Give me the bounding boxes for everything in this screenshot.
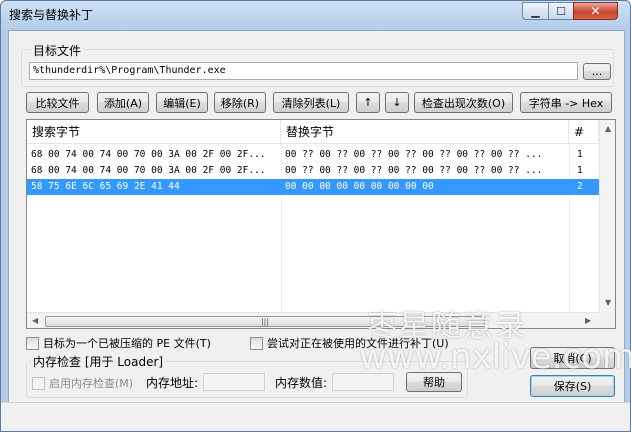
- scroll-right-icon[interactable]: ▶: [585, 316, 591, 325]
- search-bytes-cell: 58 75 6E 6C 65 69 2E 41 44: [31, 181, 180, 192]
- count-cell: 2: [577, 181, 583, 192]
- horizontal-scroll-thumb[interactable]: |||: [45, 316, 485, 327]
- title-bar[interactable]: 搜索与替换补丁 ▁ ☐ ✕: [1, 1, 630, 27]
- count-cell: 1: [577, 149, 583, 160]
- check-occurrences-button[interactable]: 检查出现次数(O): [414, 92, 513, 113]
- table-row[interactable]: 68 00 74 00 74 00 70 00 3A 00 2F 00 2F..…: [27, 147, 599, 163]
- enable-memory-check-checkbox[interactable]: 启用内存检查(M): [32, 375, 133, 391]
- count-cell: 1: [577, 165, 583, 176]
- search-bytes-cell: 68 00 74 00 74 00 70 00 3A 00 2F 00 2F..…: [31, 149, 266, 160]
- memory-value-label: 内存数值:: [275, 376, 328, 390]
- save-button[interactable]: 保存(S): [530, 375, 615, 397]
- remove-button[interactable]: 移除(R): [214, 92, 266, 113]
- checkbox-box[interactable]: [26, 336, 39, 350]
- enable-memory-check-label: 启用内存检查(M): [49, 377, 134, 390]
- close-button[interactable]: ✕: [573, 2, 618, 20]
- patch-in-use-label: 尝试对正在被使用的文件进行补丁(U): [267, 337, 449, 350]
- memory-address-label: 内存地址:: [146, 376, 199, 390]
- maximize-icon: ☐: [556, 4, 566, 18]
- memory-check-label: 内存检查 [用于 Loader]: [31, 353, 166, 370]
- scroll-up-icon[interactable]: ▲: [605, 124, 611, 133]
- compressed-pe-checkbox[interactable]: 目标为一个已被压缩的 PE 文件(T): [26, 335, 211, 351]
- window-title: 搜索与替换补丁: [9, 8, 94, 22]
- checkbox-box[interactable]: [250, 336, 263, 350]
- browse-button[interactable]: ...: [583, 63, 611, 80]
- string-to-hex-button[interactable]: 字符串 -> Hex: [520, 92, 612, 113]
- clear-list-button[interactable]: 清除列表(L): [273, 92, 349, 113]
- arrow-up-icon: ↑: [363, 96, 373, 109]
- maximize-button[interactable]: ☐: [548, 2, 574, 20]
- move-down-button[interactable]: ↓: [385, 92, 409, 113]
- column-replace-bytes[interactable]: 替换字节: [281, 120, 569, 144]
- status-bar: [1, 402, 630, 431]
- scroll-left-icon[interactable]: ◀: [32, 316, 38, 325]
- patch-in-use-checkbox[interactable]: 尝试对正在被使用的文件进行补丁(U): [250, 335, 449, 351]
- vertical-scrollbar[interactable]: ▲ ▼: [599, 120, 615, 312]
- edit-button[interactable]: 编辑(E): [156, 92, 208, 113]
- replace-bytes-cell: 00 ?? 00 ?? 00 ?? 00 ?? 00 ?? 00 ?? 00 ?…: [285, 149, 543, 160]
- compressed-pe-label: 目标为一个已被压缩的 PE 文件(T): [43, 337, 211, 350]
- replace-bytes-cell: 00 00 00 00 00 00 00 00 00: [285, 181, 434, 192]
- dialog-window: 搜索与替换补丁 ▁ ☐ ✕ 目标文件 %thunderdir%\Program\…: [0, 0, 631, 432]
- horizontal-scrollbar[interactable]: ◀ ||| ▶: [27, 312, 599, 328]
- scrollbar-corner: [599, 312, 615, 328]
- close-icon: ✕: [590, 4, 601, 18]
- search-bytes-cell: 68 00 74 00 74 00 70 00 3A 00 2F 00 2F..…: [31, 165, 266, 176]
- table-row[interactable]: 68 00 74 00 74 00 70 00 3A 00 2F 00 2F..…: [27, 163, 599, 179]
- minimize-icon: ▁: [531, 4, 540, 18]
- memory-address-field[interactable]: [203, 373, 265, 391]
- move-up-button[interactable]: ↑: [356, 92, 380, 113]
- minimize-button[interactable]: ▁: [522, 2, 549, 20]
- table-row-selected[interactable]: 58 75 6E 6C 65 69 2E 41 44 00 00 00 00 0…: [27, 179, 599, 195]
- arrow-down-icon: ↓: [392, 96, 402, 109]
- add-button[interactable]: 添加(A): [97, 92, 149, 113]
- help-button[interactable]: 帮助: [406, 372, 462, 392]
- replace-bytes-cell: 00 ?? 00 ?? 00 ?? 00 ?? 00 ?? 00 ?? 00 ?…: [285, 165, 543, 176]
- client-area: 目标文件 %thunderdir%\Program\Thunder.exe ..…: [8, 30, 625, 424]
- checkbox-box[interactable]: [32, 376, 45, 390]
- patch-list[interactable]: 搜索字节 替换字节 # 68 00 74 00 74 00 70 00 3A 0…: [26, 119, 616, 329]
- column-search-bytes[interactable]: 搜索字节: [27, 120, 281, 144]
- compare-files-button[interactable]: 比较文件: [26, 92, 89, 113]
- cancel-button[interactable]: 取消(C): [530, 347, 615, 369]
- column-count[interactable]: #: [569, 120, 599, 144]
- memory-value-field[interactable]: [332, 373, 394, 391]
- target-path-field[interactable]: %thunderdir%\Program\Thunder.exe: [29, 62, 578, 80]
- list-header: 搜索字节 替换字节 #: [27, 120, 615, 144]
- scroll-down-icon[interactable]: ▼: [605, 298, 611, 307]
- target-file-label: 目标文件: [31, 42, 84, 59]
